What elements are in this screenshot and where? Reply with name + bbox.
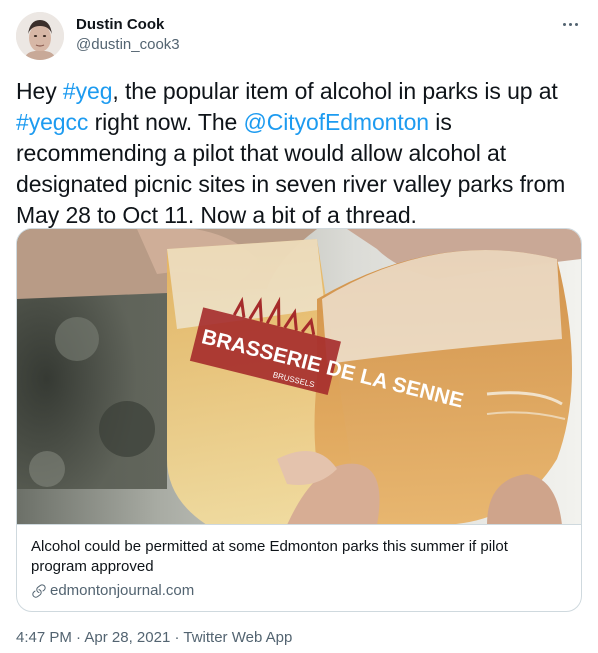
link-icon xyxy=(32,584,46,598)
ellipsis-icon xyxy=(562,22,566,26)
tweet: Dustin Cook @dustin_cook3 Hey #yeg, the … xyxy=(0,0,598,653)
tweet-text-segment: May 28 to Oct 11. Now a bit of a thread. xyxy=(16,202,417,228)
card-title[interactable]: Alcohol could be permitted at some Edmon… xyxy=(31,537,567,577)
link-preview-card[interactable]: BRASSERIE DE LA SENNE BRUSSELS Alcohol c… xyxy=(16,228,582,612)
tweet-line: May 28 to Oct 11. Now a bit of a thread. xyxy=(16,200,584,231)
tweet-source[interactable]: Twitter Web App xyxy=(183,629,292,646)
tweet-time[interactable]: 4:47 PM xyxy=(16,629,72,646)
avatar[interactable] xyxy=(16,12,64,60)
ellipsis-icon xyxy=(568,22,572,26)
card-meta[interactable]: Alcohol could be permitted at some Edmon… xyxy=(17,526,581,601)
tweet-text-segment: recommending a pilot that would allow al… xyxy=(16,140,506,166)
tweet-text-segment: , the popular item of alcohol in parks i… xyxy=(112,78,558,104)
display-name[interactable]: Dustin Cook xyxy=(76,15,180,34)
tweet-text-segment: right now. The xyxy=(88,109,244,135)
tweet-text-segment: is xyxy=(429,109,452,135)
tweet-text-segment: designated picnic sites in seven river v… xyxy=(16,171,566,197)
hashtag-link[interactable]: #yeg xyxy=(63,78,113,104)
card-domain[interactable]: edmontonjournal.com xyxy=(50,581,194,601)
more-options-button[interactable] xyxy=(558,12,582,36)
hashtag-link[interactable]: #yegcc xyxy=(16,109,88,135)
user-handle[interactable]: @dustin_cook3 xyxy=(76,35,180,54)
separator: · xyxy=(76,629,82,646)
card-image[interactable]: BRASSERIE DE LA SENNE BRUSSELS xyxy=(17,229,581,525)
separator: · xyxy=(174,629,180,646)
tweet-text: Hey #yeg, the popular item of alcohol in… xyxy=(16,76,584,231)
tweet-line: recommending a pilot that would allow al… xyxy=(16,138,584,169)
tweet-timestamp: 4:47 PM · Apr 28, 2021 · Twitter Web App xyxy=(16,628,292,648)
author-block[interactable]: Dustin Cook @dustin_cook3 xyxy=(76,15,180,54)
tweet-date[interactable]: Apr 28, 2021 xyxy=(84,629,170,646)
tweet-text-segment: Hey xyxy=(16,78,63,104)
tweet-line: #yegcc right now. The @CityofEdmonton is xyxy=(16,107,584,138)
card-domain-row[interactable]: edmontonjournal.com xyxy=(31,581,567,601)
mention-link[interactable]: @CityofEdmonton xyxy=(244,109,430,135)
tweet-line: Hey #yeg, the popular item of alcohol in… xyxy=(16,76,584,107)
tweet-line: designated picnic sites in seven river v… xyxy=(16,169,584,200)
ellipsis-icon xyxy=(574,22,578,26)
